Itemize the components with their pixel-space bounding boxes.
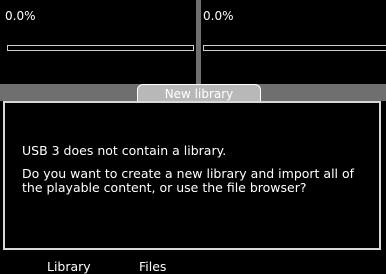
dialog-message-line2: Do you want to create a new library and … xyxy=(22,166,355,195)
deck-right-panel: 0.0% xyxy=(201,0,386,84)
deck-left-panel: 0.0% xyxy=(0,0,196,84)
deck-right-progress-bar xyxy=(203,45,386,51)
deck-left-percent: 0.0% xyxy=(5,9,36,23)
library-button[interactable]: Library xyxy=(47,259,91,274)
dialog-message-line1: USB 3 does not contain a library. xyxy=(22,143,227,158)
deck-right-percent: 0.0% xyxy=(203,9,234,23)
files-button[interactable]: Files xyxy=(139,259,166,274)
deck-left-progress-bar xyxy=(7,45,194,51)
new-library-dialog: USB 3 does not contain a library. Do you… xyxy=(3,101,381,250)
